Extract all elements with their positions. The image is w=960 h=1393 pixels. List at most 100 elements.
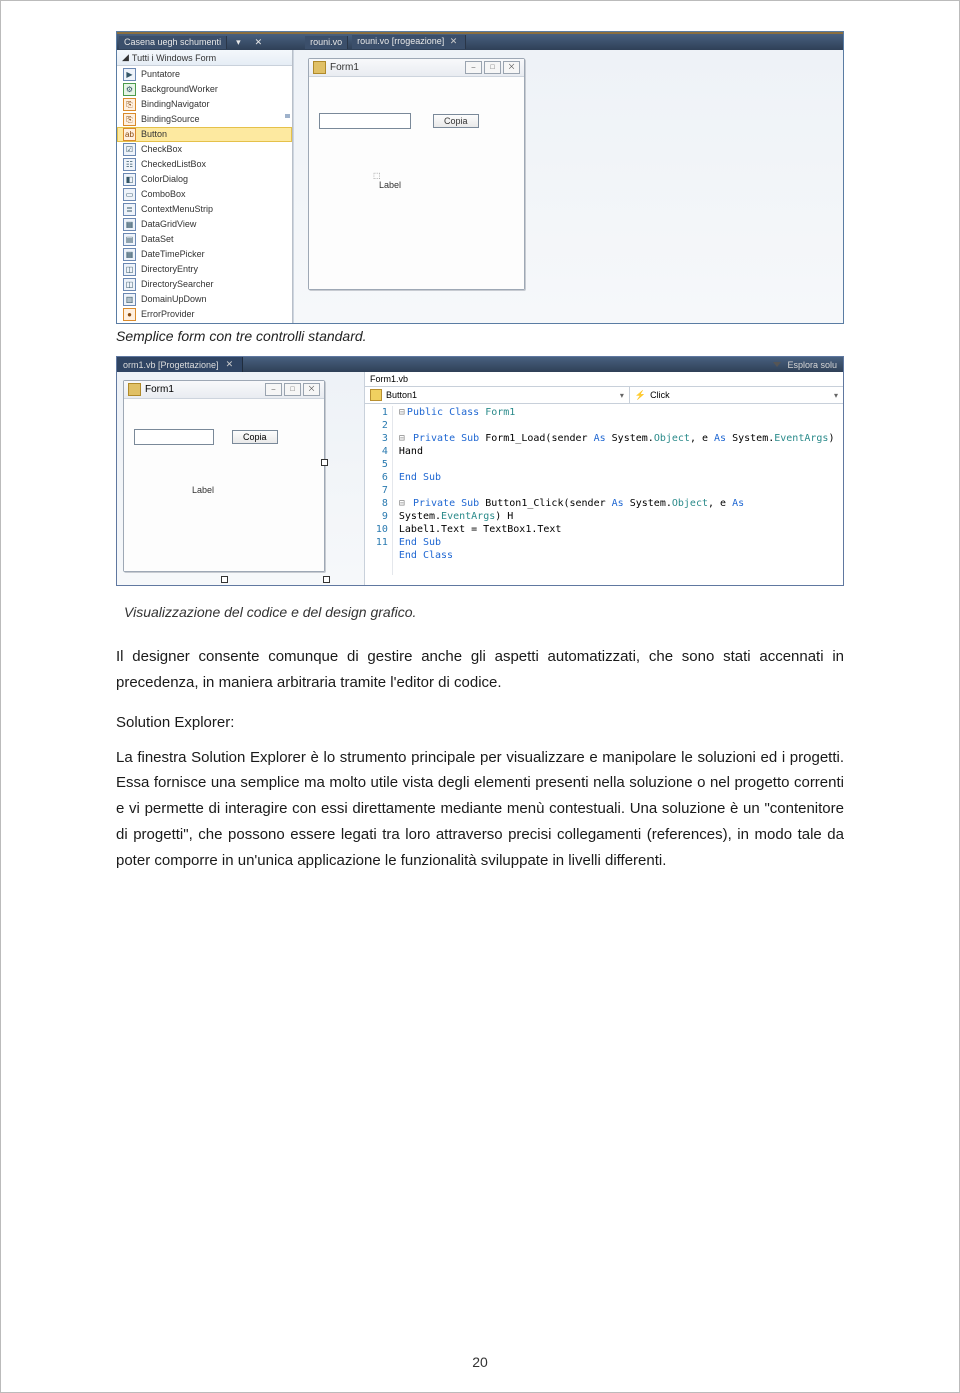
figure-caption-1: Semplice form con tre controlli standard… <box>116 328 844 344</box>
toolbox-tab-garbled: Casena uegh schumenti <box>119 36 227 49</box>
contextmenustrip-icon: ≣ <box>123 203 136 216</box>
toolbox-item-label: Button <box>141 128 167 141</box>
backgroundworker-icon: ⚙ <box>123 83 136 96</box>
bindingsource-icon: ⎘ <box>123 113 136 126</box>
event-dropdown[interactable]: ⚡ Click ▾ <box>630 387 843 403</box>
chevron-down-icon: ▾ <box>620 391 624 400</box>
toolbox-item-contextmenustrip[interactable]: ≣ ContextMenuStrip <box>117 202 292 217</box>
page-number: 20 <box>1 1354 959 1370</box>
colordialog-icon: ◧ <box>123 173 136 186</box>
datagridview-icon: ▦ <box>123 218 136 231</box>
toolbox-item-directorysearcher[interactable]: ◫ DirectorySearcher <box>117 277 292 292</box>
toolbox-item-bindingnavigator[interactable]: ⎘BindingNavigator <box>117 97 292 112</box>
design-tab[interactable]: orm1.vb [Progettazione]✕ <box>117 357 243 372</box>
label-control[interactable]: Label <box>192 485 214 495</box>
toolbox-item-directoryentry[interactable]: ◫ DirectoryEntry <box>117 262 292 277</box>
toolbox-item-errorprovider[interactable]: ● ErrorProvider <box>117 307 292 322</box>
toolbox-item-label: CheckBox <box>141 143 182 156</box>
label-control[interactable]: Label <box>379 180 401 190</box>
scrollbar-thumb[interactable] <box>285 114 290 118</box>
line-number-gutter: 1234567891011 <box>365 406 393 575</box>
errorprovider-icon: ● <box>123 308 136 321</box>
toolbox-item-bindingsource[interactable]: ⎘ BindingSource <box>117 112 292 127</box>
form-icon <box>313 61 326 74</box>
screenshot-code-designer: orm1.vb [Progettazione]✕ Esplora solu Fo… <box>116 356 844 586</box>
maximize-button[interactable]: □ <box>484 61 501 74</box>
close-button[interactable]: ⨉ <box>303 383 320 396</box>
copia-button[interactable]: Copia <box>232 430 278 444</box>
directoryentry-icon: ◫ <box>123 263 136 276</box>
minimize-button[interactable]: – <box>465 61 482 74</box>
toolbox-item-label: BackgroundWorker <box>141 83 218 96</box>
close-icon[interactable]: ✕ <box>223 359 237 370</box>
resize-handle[interactable] <box>221 576 228 583</box>
toolbox-item-label: CheckedListBox <box>141 158 206 171</box>
figure-caption-2: Visualizzazione del codice e del design … <box>124 604 844 620</box>
puntatore-icon: ▶ <box>123 68 136 81</box>
solution-explorer-label: Esplora solu <box>787 360 837 370</box>
toolbox-item-label: DirectoryEntry <box>141 263 198 276</box>
tab-form-design[interactable]: rouni.vo [rrogeazione] ✕ <box>352 35 466 49</box>
vs-tab-strip: Casena uegh schumenti ▾ ✕ rouni.vo rouni… <box>117 34 843 50</box>
toolbox-item-checkedlistbox[interactable]: ☷CheckedListBox <box>117 157 292 172</box>
form-window-small[interactable]: Form1 – □ ⨉ Copia Label <box>123 380 325 572</box>
textbox-control[interactable] <box>319 113 411 129</box>
body-paragraph-2: La finestra Solution Explorer è lo strum… <box>116 745 844 874</box>
toolbox-item-label: DateTimePicker <box>141 248 205 261</box>
toolbox-item-puntatore[interactable]: ▶ Puntatore <box>117 67 292 82</box>
domainupdown-icon: ▥ <box>123 293 136 306</box>
toolbox-item-datetimepicker[interactable]: ▦DateTimePicker <box>117 247 292 262</box>
toolbox-item-label: ComboBox <box>141 188 186 201</box>
toolbox-item-colordialog[interactable]: ◧ColorDialog <box>117 172 292 187</box>
toolbox-item-label: DirectorySearcher <box>141 278 214 291</box>
toolbox-item-label: BindingSource <box>141 113 200 126</box>
toolbox-item-button[interactable]: ab Button <box>117 127 292 142</box>
toolbox-item-backgroundworker[interactable]: ⚙ BackgroundWorker <box>117 82 292 97</box>
copia-button[interactable]: Copia <box>433 114 479 128</box>
checkbox-icon: ☑ <box>123 143 136 156</box>
toolbox-item-label: DataGridView <box>141 218 196 231</box>
toolbox-item-checkbox[interactable]: ☑ CheckBox <box>117 142 292 157</box>
form-icon <box>128 383 141 396</box>
form-window[interactable]: Form1 – □ ⨉ Copia ⬚ <box>308 58 525 290</box>
toolbox-item-label: Puntatore <box>141 68 180 81</box>
toolbox-item-label: DataSet <box>141 233 174 246</box>
chevron-down-icon: ▾ <box>834 391 838 400</box>
minimize-button[interactable]: – <box>265 383 282 396</box>
toolbox-item-datagridview[interactable]: ▦ DataGridView <box>117 217 292 232</box>
button-icon <box>370 389 382 401</box>
toolbox-item-dataset[interactable]: ▤ DataSet <box>117 232 292 247</box>
toolbox-item-label: DomainUpDown <box>141 293 207 306</box>
button-icon: ab <box>123 128 136 141</box>
toolbox-item-combobox[interactable]: ▭ComboBox <box>117 187 292 202</box>
textbox-control[interactable] <box>134 429 214 445</box>
object-dropdown[interactable]: Button1 ▾ <box>365 387 630 403</box>
tab-form-vb[interactable]: rouni.vo <box>305 36 348 49</box>
toolbox-item-label: ContextMenuStrip <box>141 203 213 216</box>
code-lines[interactable]: ⊟Public Class Form1 ⊟ Private Sub Form1_… <box>393 406 843 575</box>
maximize-button[interactable]: □ <box>284 383 301 396</box>
code-file-tab[interactable]: Form1.vb <box>365 372 843 387</box>
section-heading-solution-explorer: Solution Explorer: <box>116 714 844 731</box>
screenshot-toolbox-designer: Casena uegh schumenti ▾ ✕ rouni.vo rouni… <box>116 31 844 324</box>
designer-surface-small: Form1 – □ ⨉ Copia Label <box>117 372 365 585</box>
designer-surface: Form1 – □ ⨉ Copia ⬚ <box>293 50 843 323</box>
code-editor[interactable]: 1234567891011 ⊟Public Class Form1 ⊟ Priv… <box>365 404 843 585</box>
form-title: Form1 <box>330 62 359 73</box>
dataset-icon: ▤ <box>123 233 136 246</box>
resize-handle[interactable] <box>321 459 328 466</box>
chevron-down-icon[interactable] <box>773 362 781 367</box>
resize-handle[interactable] <box>323 576 330 583</box>
toolbox-item-label: ErrorProvider <box>141 308 195 321</box>
close-button[interactable]: ⨉ <box>503 61 520 74</box>
directorysearcher-icon: ◫ <box>123 278 136 291</box>
body-paragraph-1: Il designer consente comunque di gestire… <box>116 644 844 696</box>
document-page: Casena uegh schumenti ▾ ✕ rouni.vo rouni… <box>0 0 960 1393</box>
drag-handle-icon: ⬚ <box>373 171 514 180</box>
toolbox-item-domainupdown[interactable]: ▥ DomainUpDown <box>117 292 292 307</box>
toolbox-item-label: BindingNavigator <box>141 98 210 111</box>
toolbox-panel: ◢ Tutti i Windows Form ▶ Puntatore ⚙ Backgr… <box>117 50 293 323</box>
lightning-icon: ⚡ <box>635 390 646 401</box>
close-icon[interactable]: ✕ <box>447 36 461 46</box>
toolbox-category-header[interactable]: ◢ Tutti i Windows Form <box>117 50 292 66</box>
